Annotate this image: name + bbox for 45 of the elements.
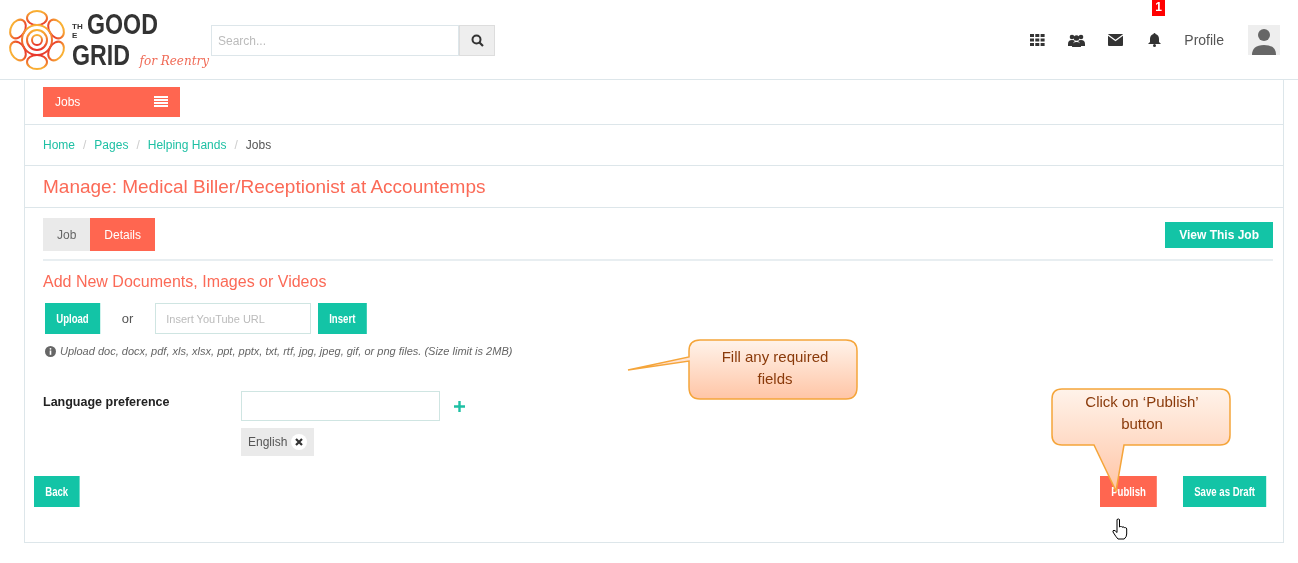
- logo-tagline: for Reentry: [139, 52, 210, 70]
- breadcrumb-link[interactable]: Home: [43, 138, 75, 152]
- logo-text: GRID: [72, 39, 130, 71]
- profile-link[interactable]: Profile: [1184, 31, 1224, 48]
- tab[interactable]: Job: [43, 218, 91, 251]
- bell-icon[interactable]: [1148, 32, 1162, 47]
- hand-cursor-icon: [1112, 518, 1128, 540]
- logo-text: GOOD: [87, 8, 158, 40]
- section-heading: Add New Documents, Images or Videos: [43, 273, 328, 291]
- upload-button[interactable]: Upload: [45, 303, 100, 334]
- info-icon: [45, 345, 56, 357]
- mail-icon[interactable]: [1108, 33, 1124, 46]
- breadcrumb-separator: /: [234, 138, 238, 152]
- publish-button[interactable]: Publish: [1099, 476, 1157, 507]
- save-draft-button[interactable]: Save as Draft: [1182, 476, 1267, 507]
- flower-logo-icon: [6, 8, 68, 71]
- logo-text: THE: [72, 21, 84, 40]
- search-icon[interactable]: [470, 34, 484, 47]
- menu-icon[interactable]: [154, 96, 168, 108]
- breadcrumb-link[interactable]: Helping Hands: [147, 138, 227, 152]
- callout-text: Click on ‘Publish’ button: [1084, 392, 1200, 434]
- breadcrumb-link[interactable]: Pages: [94, 138, 129, 152]
- back-button[interactable]: Back: [34, 476, 80, 507]
- tab[interactable]: Details: [90, 218, 156, 251]
- search-button[interactable]: [459, 25, 495, 56]
- section-menu-button[interactable]: Jobs: [43, 87, 180, 117]
- upload-hint: Upload doc, docx, pdf, xls, xlsx, ppt, pptx, txt, rtf, jpg, jpeg, gif, or png files. (Size limit is 2MB): [60, 345, 513, 357]
- insert-button[interactable]: Insert: [318, 303, 367, 334]
- avatar-icon[interactable]: [1248, 24, 1280, 55]
- tag-label: English: [248, 435, 288, 449]
- remove-icon[interactable]: [291, 434, 308, 450]
- breadcrumb-separator: /: [83, 138, 87, 152]
- breadcrumb-separator: /: [136, 138, 140, 152]
- field-label: Language preference: [43, 395, 171, 411]
- notification-badge: 1: [1152, 0, 1165, 16]
- page-title: Manage: Medical Biller/Receptionist at Accountemps: [43, 175, 486, 198]
- grid-icon[interactable]: [1030, 33, 1046, 46]
- breadcrumb-current: Jobs: [245, 138, 272, 152]
- url-input[interactable]: Insert YouTube URL: [155, 303, 312, 334]
- view-job-button[interactable]: View This Job: [1165, 221, 1273, 248]
- search-field[interactable]: Search...: [211, 25, 459, 56]
- or-text: or: [121, 311, 134, 326]
- callout-text: Fill any required fields: [720, 347, 830, 389]
- language-input[interactable]: [241, 391, 440, 421]
- people-icon[interactable]: [1068, 32, 1086, 47]
